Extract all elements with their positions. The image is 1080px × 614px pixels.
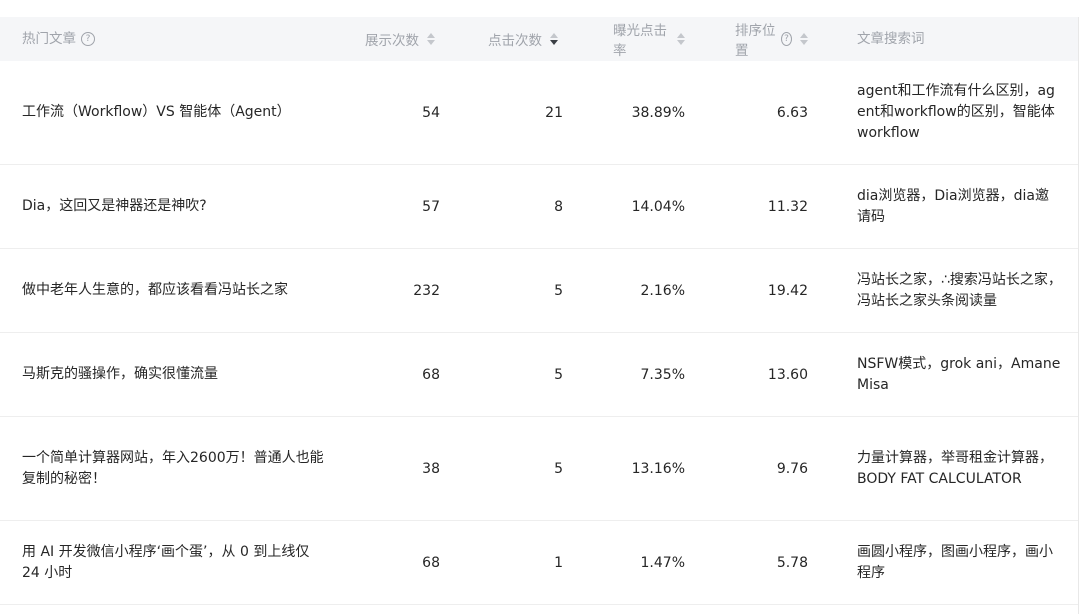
header-impressions-label: 展示次数 [365,33,419,49]
article-title[interactable]: 做中老年人生意的，都应该看看冯站长之家 [0,280,325,301]
ctr-cell: 7.35% [640,366,685,383]
sort-caret-icon[interactable] [550,33,558,45]
position-cell: 13.60 [767,366,808,383]
clicks-cell: 21 [545,104,563,121]
article-title[interactable]: 工作流（Workflow）VS 智能体（Agent） [0,102,325,123]
article-title[interactable]: Dia，这回又是神器还是神吹? [0,196,325,217]
keywords-cell: NSFW模式，grok ani，Amane Misa [857,355,1061,393]
ctr-cell: 13.16% [631,460,685,477]
keywords-cell: 力量计算器，举哥租金计算器，BODY FAT CALCULATOR [857,449,1053,487]
table-row[interactable]: 做中老年人生意的，都应该看看冯站长之家 232 5 2.16% 19.42 冯站… [0,249,1078,333]
keywords-cell: dia浏览器，Dia浏览器，dia邀请码 [857,187,1049,225]
ctr-cell: 2.16% [640,282,685,299]
hot-articles-table: 热门文章 ? 展示次数 点击次数 曝光点击率 排序位置 ? 文章搜索词 工作流（… [0,17,1079,614]
header-keywords: 文章搜索词 [808,29,1078,50]
impressions-cell: 68 [422,366,440,383]
ctr-cell: 38.89% [631,104,685,121]
keywords-cell: 画圆小程序，图画小程序，画小程序 [857,543,1053,581]
position-cell: 19.42 [767,282,808,299]
sort-caret-icon[interactable] [427,33,435,45]
impressions-cell: 54 [422,104,440,121]
impressions-cell: 232 [413,282,440,299]
clicks-cell: 8 [554,198,563,215]
question-circle-icon[interactable]: ? [81,32,95,46]
position-cell: 11.32 [767,198,808,215]
table-row[interactable]: 马斯克的骚操作，确实很懂流量 68 5 7.35% 13.60 NSFW模式，g… [0,333,1078,417]
impressions-cell: 38 [422,460,440,477]
header-keywords-label: 文章搜索词 [857,30,925,47]
ctr-cell: 14.04% [631,198,685,215]
position-cell: 6.63 [776,104,808,121]
clicks-cell: 1 [554,554,563,571]
position-cell: 5.78 [776,554,808,571]
sort-caret-icon[interactable] [800,33,808,45]
header-position[interactable]: 排序位置 ? [685,19,808,59]
keywords-cell: agent和工作流有什么区别，agent和workflow的区别，智能体work… [857,83,1055,141]
position-cell: 9.76 [776,460,808,477]
question-circle-icon[interactable]: ? [780,32,792,46]
sort-caret-icon[interactable] [677,33,685,45]
table-row[interactable]: Dia，这回又是神器还是神吹? 57 8 14.04% 11.32 dia浏览器… [0,165,1078,249]
header-clicks-label: 点击次数 [488,33,542,49]
table-body: 工作流（Workflow）VS 智能体（Agent） 54 21 38.89% … [0,61,1078,605]
article-title[interactable]: 马斯克的骚操作，确实很懂流量 [0,364,325,385]
table-row[interactable]: 工作流（Workflow）VS 智能体（Agent） 54 21 38.89% … [0,61,1078,165]
header-title-label: 热门文章 [22,30,76,47]
ctr-cell: 1.47% [640,554,685,571]
table-row[interactable]: 一个简单计算器网站，年入2600万！普通人也能复制的秘密！ 38 5 13.16… [0,417,1078,521]
clicks-cell: 5 [554,282,563,299]
header-ctr[interactable]: 曝光点击率 [563,19,685,59]
header-position-label: 排序位置 [735,23,776,59]
header-clicks[interactable]: 点击次数 [440,29,563,49]
header-title: 热门文章 ? [0,29,325,50]
clicks-cell: 5 [554,460,563,477]
clicks-cell: 5 [554,366,563,383]
article-title[interactable]: 用 AI 开发微信小程序‘画个蛋’，从 0 到上线仅 24 小时 [0,542,325,584]
article-title[interactable]: 一个简单计算器网站，年入2600万！普通人也能复制的秘密！ [0,448,325,490]
table-header: 热门文章 ? 展示次数 点击次数 曝光点击率 排序位置 ? 文章搜索词 [0,17,1078,61]
impressions-cell: 68 [422,554,440,571]
header-impressions[interactable]: 展示次数 [325,29,440,49]
table-row[interactable]: 用 AI 开发微信小程序‘画个蛋’，从 0 到上线仅 24 小时 68 1 1.… [0,521,1078,605]
header-ctr-label: 曝光点击率 [613,23,667,59]
keywords-cell: 冯站长之家，∴搜索冯站长之家，冯站长之家头条阅读量 [857,271,1062,309]
impressions-cell: 57 [422,198,440,215]
